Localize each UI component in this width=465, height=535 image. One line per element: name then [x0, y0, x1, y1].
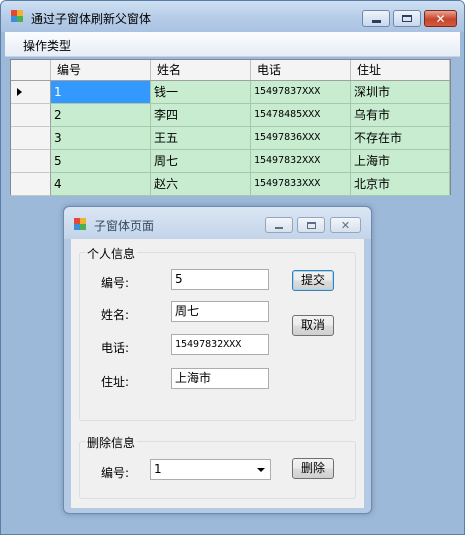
cell-phone[interactable]: 15497837XXX — [251, 81, 351, 104]
cell-address[interactable]: 上海市 — [351, 150, 450, 173]
address-field[interactable]: 上海市 — [171, 368, 269, 389]
cell-id[interactable]: 3 — [51, 127, 151, 150]
child-close-button[interactable]: ✕ — [330, 217, 361, 233]
delete-info-group: 删除信息 编号: 1 删除 — [79, 434, 356, 499]
cell-id[interactable]: 5 — [51, 150, 151, 173]
cell-name[interactable]: 赵六 — [151, 173, 251, 196]
maximize-button[interactable] — [393, 10, 421, 27]
table-row[interactable]: 5 周七 15497832XXX 上海市 — [11, 150, 450, 173]
cell-name[interactable]: 李四 — [151, 104, 251, 127]
menu-bar: 操作类型 — [5, 32, 460, 57]
table-row[interactable]: 1 钱一 15497837XXX 深圳市 — [11, 81, 450, 104]
child-titlebar[interactable]: 子窗体页面 ✕ — [64, 207, 371, 239]
cell-phone[interactable]: 15497833XXX — [251, 173, 351, 196]
name-label: 姓名: — [101, 308, 130, 322]
cell-name[interactable]: 周七 — [151, 150, 251, 173]
submit-button[interactable]: 提交 — [292, 270, 334, 291]
row-header[interactable] — [11, 150, 51, 173]
cell-id[interactable]: 1 — [51, 81, 151, 104]
grid-corner-cell[interactable] — [11, 60, 51, 80]
child-minimize-button[interactable] — [265, 217, 293, 233]
personal-info-legend: 个人信息 — [85, 245, 138, 262]
row-header[interactable] — [11, 104, 51, 127]
row-header[interactable] — [11, 127, 51, 150]
minimize-button[interactable] — [362, 10, 390, 27]
name-field[interactable]: 周七 — [171, 301, 269, 322]
cell-address[interactable]: 不存在市 — [351, 127, 450, 150]
cell-phone[interactable]: 15497836XXX — [251, 127, 351, 150]
app-icon — [11, 10, 24, 23]
address-label: 住址: — [101, 375, 130, 389]
chevron-down-icon — [257, 468, 265, 472]
table-row[interactable]: 4 赵六 15497833XXX 北京市 — [11, 173, 450, 196]
child-window: 子窗体页面 ✕ 个人信息 编号: 5 姓名: 周七 电话: 15497832XX… — [63, 206, 372, 514]
close-button[interactable]: ✕ — [424, 10, 457, 27]
cell-address[interactable]: 深圳市 — [351, 81, 450, 104]
row-header[interactable] — [11, 173, 51, 196]
cell-phone[interactable]: 15478485XXX — [251, 104, 351, 127]
phone-label: 电话: — [101, 341, 130, 355]
column-header-id[interactable]: 编号 — [51, 60, 151, 80]
maximize-icon — [306, 221, 316, 229]
cell-address[interactable]: 北京市 — [351, 173, 450, 196]
close-icon: ✕ — [435, 11, 446, 26]
column-header-name[interactable]: 姓名 — [151, 60, 251, 80]
delete-id-selected: 1 — [154, 462, 162, 476]
minimize-icon — [371, 19, 381, 23]
cell-id[interactable]: 2 — [51, 104, 151, 127]
delete-id-dropdown[interactable]: 1 — [150, 459, 271, 480]
menu-item-operation-type[interactable]: 操作类型 — [23, 37, 71, 54]
child-client-area: 个人信息 编号: 5 姓名: 周七 电话: 15497832XXX 住址: 上海… — [71, 239, 364, 508]
cell-name[interactable]: 王五 — [151, 127, 251, 150]
close-icon: ✕ — [340, 218, 351, 232]
grid-header: 编号 姓名 电话 住址 — [11, 60, 450, 81]
cell-id[interactable]: 4 — [51, 173, 151, 196]
personal-info-group: 个人信息 编号: 5 姓名: 周七 电话: 15497832XXX 住址: 上海… — [79, 245, 356, 421]
window-title: 通过子窗体刷新父窗体 — [31, 12, 152, 26]
table-row[interactable]: 3 王五 15497836XXX 不存在市 — [11, 127, 450, 150]
cell-phone[interactable]: 15497832XXX — [251, 150, 351, 173]
cell-address[interactable]: 乌有市 — [351, 104, 450, 127]
child-window-title: 子窗体页面 — [94, 219, 155, 233]
row-pointer-icon — [17, 88, 22, 96]
id-label: 编号: — [101, 276, 130, 290]
minimize-icon — [275, 226, 283, 229]
cell-name[interactable]: 钱一 — [151, 81, 251, 104]
data-grid[interactable]: 编号 姓名 电话 住址 1 钱一 15497837XXX 深圳市 2 李四 15… — [10, 59, 451, 196]
maximize-icon — [402, 15, 412, 22]
main-titlebar[interactable]: 通过子窗体刷新父窗体 ✕ — [1, 1, 464, 32]
delete-info-legend: 删除信息 — [85, 434, 138, 451]
column-header-address[interactable]: 住址 — [351, 60, 450, 80]
id-field[interactable]: 5 — [171, 269, 269, 290]
delete-id-label: 编号: — [101, 466, 130, 480]
delete-button[interactable]: 删除 — [292, 458, 334, 479]
cancel-button[interactable]: 取消 — [292, 315, 334, 336]
child-app-icon — [74, 218, 87, 231]
table-row[interactable]: 2 李四 15478485XXX 乌有市 — [11, 104, 450, 127]
child-maximize-button[interactable] — [297, 217, 325, 233]
column-header-phone[interactable]: 电话 — [251, 60, 351, 80]
phone-field[interactable]: 15497832XXX — [171, 334, 269, 355]
main-window: 通过子窗体刷新父窗体 ✕ 操作类型 编号 姓名 电话 住址 1 钱一 15497… — [0, 0, 465, 535]
row-header[interactable] — [11, 81, 51, 104]
